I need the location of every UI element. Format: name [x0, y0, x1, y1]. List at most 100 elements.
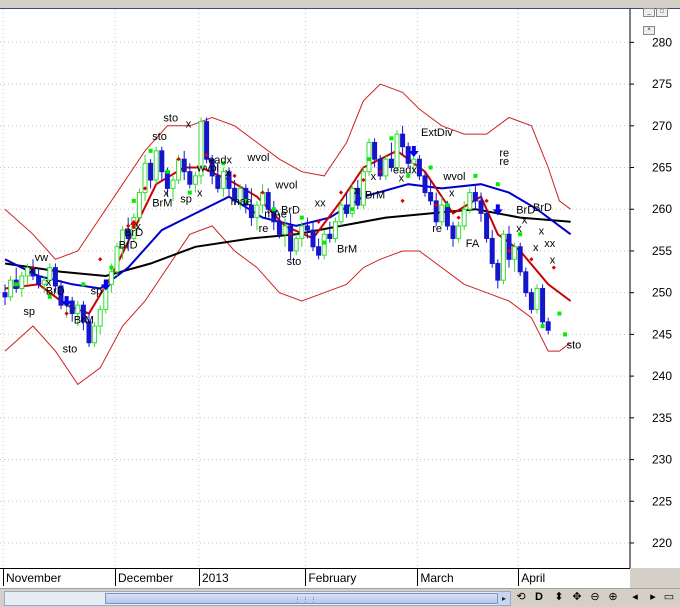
y-tick-label: 220: [652, 536, 672, 550]
green-dot: [540, 324, 545, 329]
candle-body: [540, 288, 546, 323]
annotation-label: x: [29, 264, 35, 276]
candle-body: [506, 233, 512, 260]
candle: [13, 267, 19, 293]
annotation-label: sto: [163, 113, 178, 125]
candle-body: [2, 292, 8, 298]
candle-body: [288, 225, 294, 252]
green-dot: [81, 282, 86, 287]
axis-corner: [630, 568, 680, 588]
scroll-right-icon[interactable]: ▸: [646, 590, 660, 605]
horizontal-scrollbar[interactable]: ⋮⋮⋮ ▸: [4, 591, 511, 606]
candle: [472, 184, 478, 210]
candle-body: [456, 225, 462, 239]
candle: [416, 155, 422, 181]
y-axis: 220 225 230 235 240 245 250 255 260 265 270 275 280: [630, 35, 672, 550]
candle: [360, 167, 366, 210]
candle-body: [439, 204, 445, 223]
price-chart[interactable]: spstoBrMBrD spvwxxBrDBrDxBrMxstostosp xxwv…: [0, 0, 680, 568]
pan-icon[interactable]: ✥: [570, 590, 584, 605]
x-tick-label: April: [521, 571, 546, 585]
x-tick: [305, 569, 307, 586]
candle: [299, 221, 305, 247]
green-dot: [131, 198, 136, 203]
candle: [495, 259, 501, 289]
candle-body: [372, 141, 378, 160]
candle-body: [192, 175, 198, 185]
annotation-label: BrM: [337, 244, 357, 256]
candle-body: [383, 158, 389, 177]
scroll-left-icon[interactable]: ◂: [628, 590, 642, 605]
candle-body: [338, 204, 344, 223]
annotation-label: x: [197, 188, 203, 200]
annotation-label: xx: [315, 198, 327, 210]
candle-body: [254, 204, 260, 219]
annotation-label: x: [186, 118, 192, 130]
annotation-label: ExtDiv: [421, 127, 453, 139]
scrollbar-thumb[interactable]: ⋮⋮⋮: [105, 593, 498, 604]
x-tick: [115, 569, 116, 586]
candle-body: [176, 158, 182, 181]
candle-body: [316, 246, 322, 256]
y-tick-label: 260: [652, 202, 672, 216]
candle-body: [310, 229, 316, 248]
zoom-out-icon[interactable]: ⊖: [588, 590, 602, 605]
y-tick-label: 270: [652, 119, 672, 133]
candle-body: [164, 171, 170, 189]
y-tick-label: 280: [652, 35, 672, 49]
candle-body: [523, 271, 529, 294]
candle: [321, 230, 327, 260]
draw-icon[interactable]: D: [532, 590, 546, 605]
candle-body: [472, 192, 478, 202]
annotation-label: BrD: [281, 204, 300, 216]
annotation-label: x: [522, 214, 528, 226]
y-tick-label: 250: [652, 286, 672, 300]
scroll-right-arrow[interactable]: ▸: [498, 592, 510, 605]
candle: [8, 275, 14, 302]
candlesticks: [2, 117, 551, 347]
annotation-label: wvol: [274, 179, 297, 191]
zoom-in-icon[interactable]: ⊕: [606, 590, 620, 605]
candle: [422, 171, 428, 197]
red-dot: [456, 215, 461, 220]
candle-body: [153, 150, 159, 181]
annotation-label: mae: [231, 196, 252, 208]
annotation-label: x: [135, 221, 141, 233]
candle-body: [444, 204, 450, 227]
red-dot: [338, 190, 344, 195]
annotation-label: BrD: [533, 202, 552, 214]
green-dot: [445, 203, 450, 208]
candle: [517, 242, 523, 276]
panel-icon[interactable]: ▭: [662, 590, 676, 605]
candle-body: [461, 208, 467, 227]
annotation-label: x: [371, 171, 377, 183]
annotation-label: x: [449, 188, 455, 200]
annotation-label: FA: [466, 238, 480, 250]
annotation-label: x: [516, 223, 522, 235]
candle-body: [428, 192, 434, 202]
candle-body: [293, 237, 299, 252]
annotation-label: vw: [35, 252, 49, 264]
candle-body: [187, 171, 193, 185]
green-dot: [350, 207, 355, 212]
candle: [377, 155, 383, 181]
green-dot: [557, 311, 562, 316]
annotation-label: eadx: [208, 154, 232, 166]
candle-body: [97, 308, 103, 327]
candle: [540, 284, 546, 327]
x-tick-label: November: [6, 571, 62, 585]
candle-body: [327, 233, 333, 239]
annotation-label: x: [550, 254, 556, 266]
annotation-label: x: [163, 188, 169, 200]
green-dot: [563, 332, 567, 337]
annotation-label: x: [533, 242, 539, 254]
green-dot: [389, 136, 394, 141]
candle-body: [512, 246, 518, 260]
annotation-label: sto: [152, 131, 167, 143]
zoom-fit-icon[interactable]: ⬍: [552, 590, 566, 605]
refresh-icon[interactable]: ⟲: [514, 590, 528, 605]
candle-body: [19, 275, 25, 290]
candle-body: [108, 271, 114, 285]
candle-body: [416, 158, 422, 177]
candle-body: [215, 175, 221, 189]
